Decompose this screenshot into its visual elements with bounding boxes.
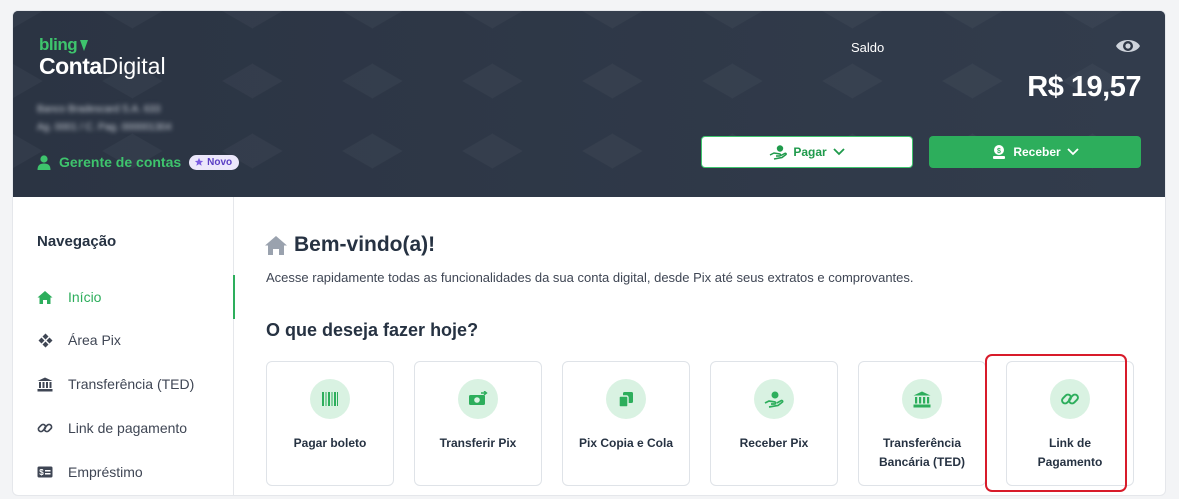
bank-info: Banco Bradescard S.A. 633 Ag. 0001 / C. … [37, 101, 172, 137]
brand-logo: bling ContaDigital [39, 35, 166, 80]
sidebar-item-label: Link de pagamento [68, 420, 188, 436]
card-receber-pix[interactable]: Receber Pix [710, 361, 838, 486]
receive-money-icon: $ [993, 145, 1006, 159]
svg-text:$: $ [39, 468, 44, 477]
balance-value: R$ 19,57 [1027, 71, 1141, 103]
card-label: Receber Pix [739, 436, 809, 450]
bank-icon [902, 379, 942, 419]
receive-button-label: Receber [1013, 145, 1061, 159]
copy-icon [606, 379, 646, 419]
account-header: bling ContaDigital Banco Bradescard S.A.… [13, 11, 1165, 197]
sidebar-item-emprestimo[interactable]: $ Empréstimo [13, 452, 234, 492]
card-transferir-pix[interactable]: Transferir Pix [414, 361, 542, 486]
link-icon [37, 420, 53, 436]
sidebar-item-label: Área Pix [68, 332, 121, 348]
hand-money-icon [769, 145, 788, 160]
card-label: Pix Copia e Cola [578, 436, 674, 450]
card-label: Transferência Bancária (TED) [878, 436, 966, 469]
nav-title: Navegação [37, 233, 117, 250]
barcode-icon [310, 379, 350, 419]
money-icon: $ [37, 464, 53, 480]
receive-button[interactable]: $ Receber [929, 136, 1141, 168]
sidebar-item-area-pix[interactable]: Área Pix [13, 320, 234, 360]
card-label: Transferir Pix [439, 436, 517, 450]
manager-label: Gerente de contas [59, 154, 182, 170]
sidebar-item-label: Início [68, 289, 102, 305]
account-manager-link[interactable]: Gerente de contas Novo [37, 154, 240, 170]
transfer-money-icon [458, 379, 498, 419]
pay-button-label: Pagar [793, 145, 827, 159]
page-subtitle: Acesse rapidamente todas as funcionalida… [266, 270, 914, 285]
card-transferencia-bancaria[interactable]: Transferência Bancária (TED) [858, 361, 986, 486]
bank-line-1: Banco Bradescard S.A. 633 [37, 104, 161, 115]
sidebar-item-label: Transferência (TED) [68, 376, 195, 392]
chevron-down-icon [833, 148, 845, 156]
pix-icon [37, 332, 53, 348]
new-badge: Novo [189, 154, 240, 170]
bling-leaf-icon [80, 39, 89, 51]
page-title-text: Bem-vindo(a)! [294, 233, 436, 256]
home-icon [37, 289, 53, 305]
brand-light-text: Digital [101, 53, 166, 79]
eye-icon[interactable] [1114, 34, 1142, 63]
user-icon [37, 154, 51, 170]
star-icon [194, 157, 204, 166]
bank-line-2: Ag. 0001 / C. Pag. 000001304 [37, 122, 172, 133]
card-label: Pagar boleto [293, 436, 367, 450]
chevron-down-icon [1067, 148, 1079, 156]
brand-small-text: bling [39, 35, 78, 54]
sidebar-item-inicio[interactable]: Início [13, 275, 235, 319]
new-badge-label: Novo [207, 156, 233, 168]
bank-icon [37, 376, 53, 392]
brand-bold-text: Conta [39, 53, 102, 79]
card-pagar-boleto[interactable]: Pagar boleto [266, 361, 394, 486]
sidebar-nav: Navegação Início Área Pix Transferência … [13, 197, 235, 495]
pay-button[interactable]: Pagar [701, 136, 913, 168]
sidebar-item-transferencia[interactable]: Transferência (TED) [13, 364, 234, 404]
balance-label: Saldo [851, 40, 885, 55]
receive-hand-icon [754, 379, 794, 419]
page-title: Bem-vindo(a)! [264, 233, 435, 257]
home-icon [265, 235, 287, 255]
sidebar-item-label: Empréstimo [68, 464, 143, 480]
highlight-box [985, 354, 1127, 492]
section-title: O que deseja fazer hoje? [266, 320, 479, 340]
sidebar-item-link-pagamento[interactable]: Link de pagamento [13, 408, 234, 448]
card-pix-copia-cola[interactable]: Pix Copia e Cola [562, 361, 690, 486]
svg-text:$: $ [997, 148, 1001, 155]
